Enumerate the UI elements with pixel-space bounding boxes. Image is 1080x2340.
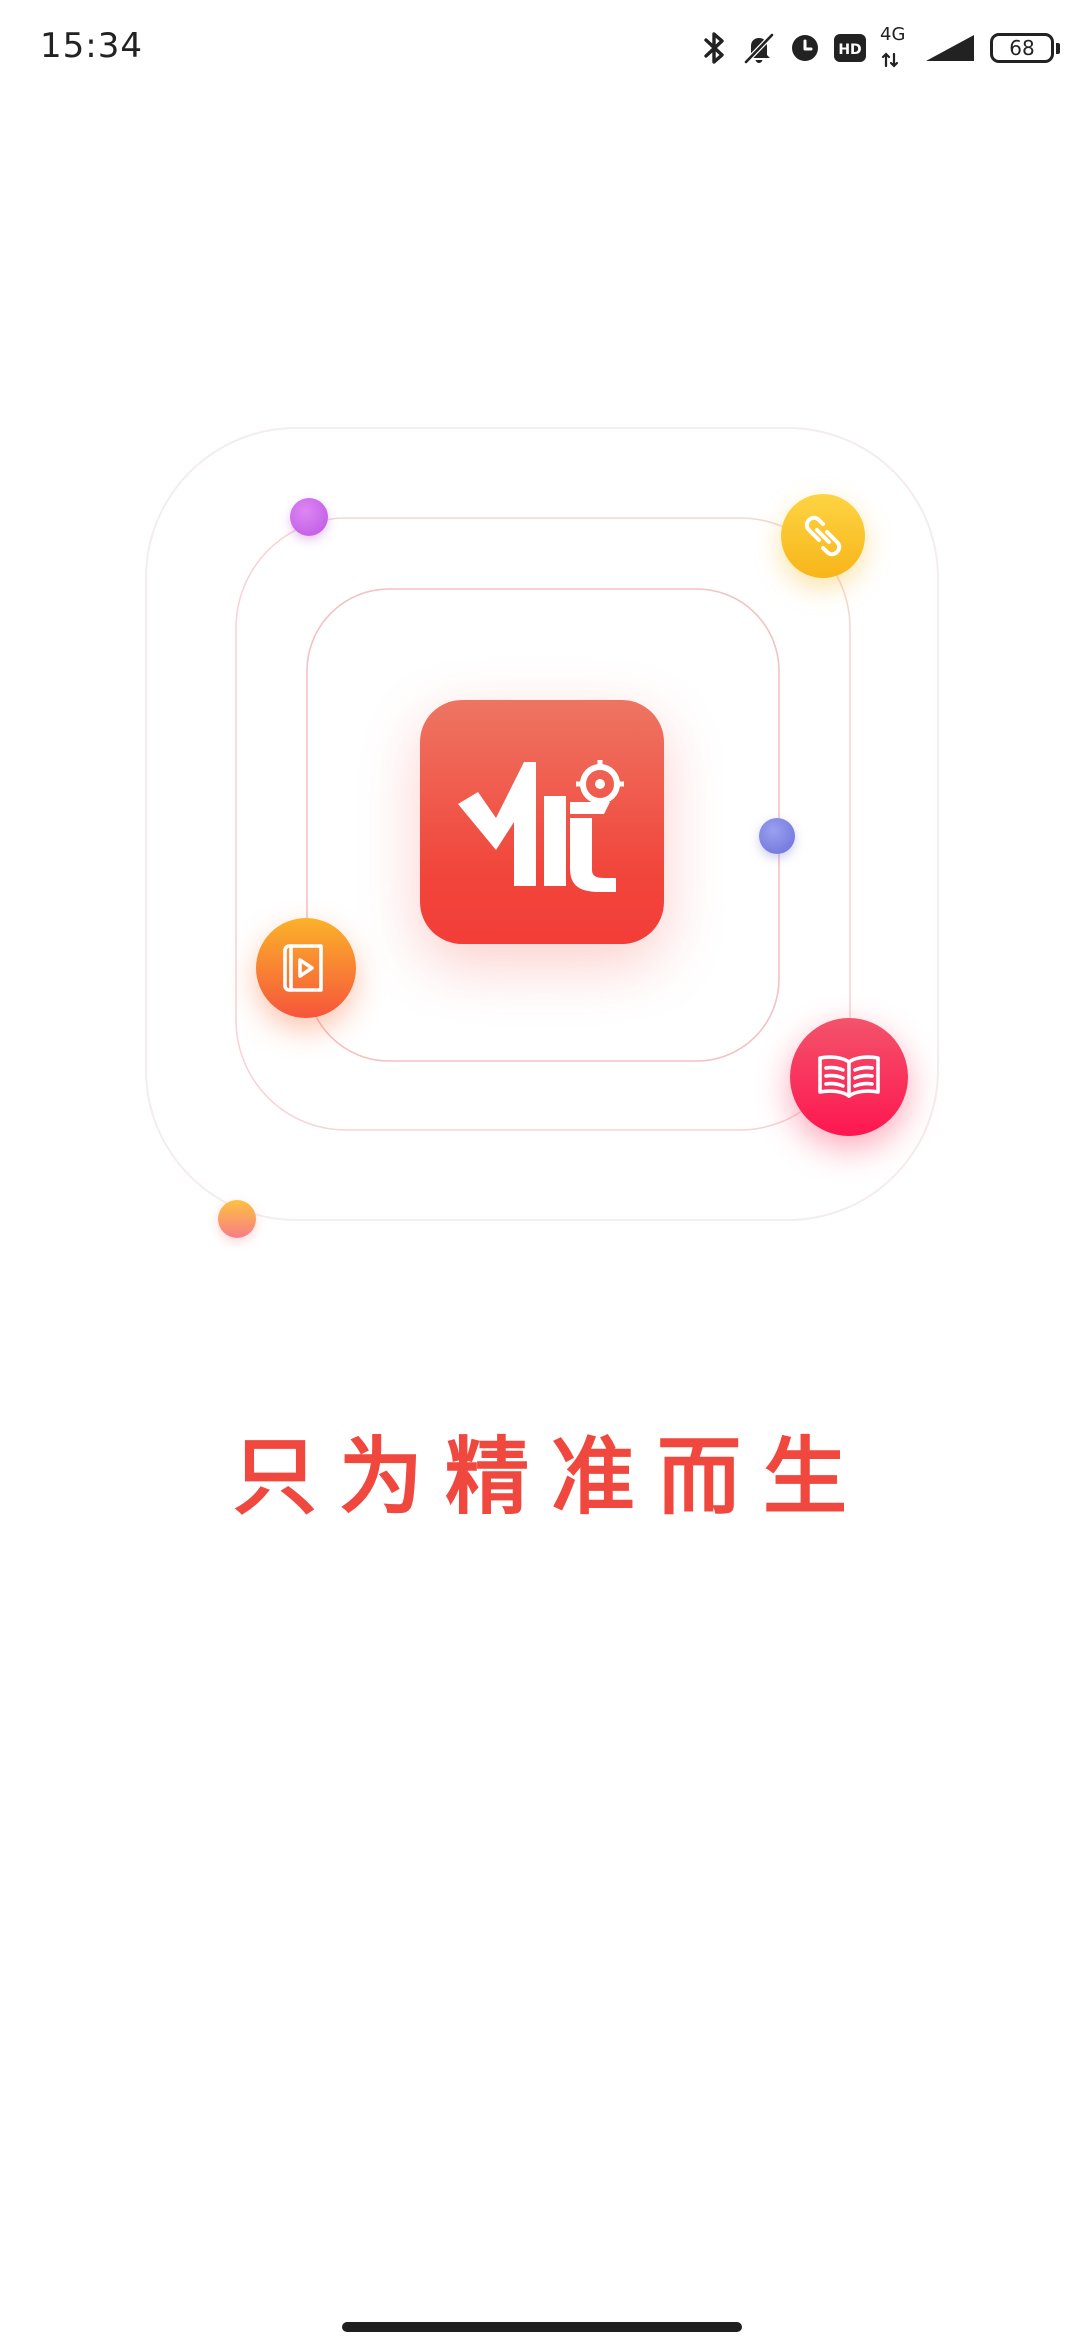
splash-screen: 15:34 HD 4G 68 只为精准而生 — [0, 0, 1080, 2340]
orbit-rings — [145, 427, 939, 1221]
slogan: 只为精准而生 — [232, 1428, 869, 1526]
book-badge — [790, 1018, 908, 1136]
link-badge — [781, 494, 865, 578]
you-logo-icon — [458, 760, 624, 892]
link-icon — [804, 515, 842, 557]
orbit-dot-orange — [218, 1200, 256, 1238]
video-icon — [283, 944, 323, 992]
home-indicator[interactable] — [342, 2322, 742, 2332]
app-logo — [420, 700, 664, 944]
splash-illustration — [0, 0, 1080, 1300]
orbit-dot-blue — [759, 818, 795, 854]
video-badge — [256, 918, 356, 1018]
orbit-dot-purple — [290, 498, 328, 536]
book-icon — [818, 1055, 880, 1098]
